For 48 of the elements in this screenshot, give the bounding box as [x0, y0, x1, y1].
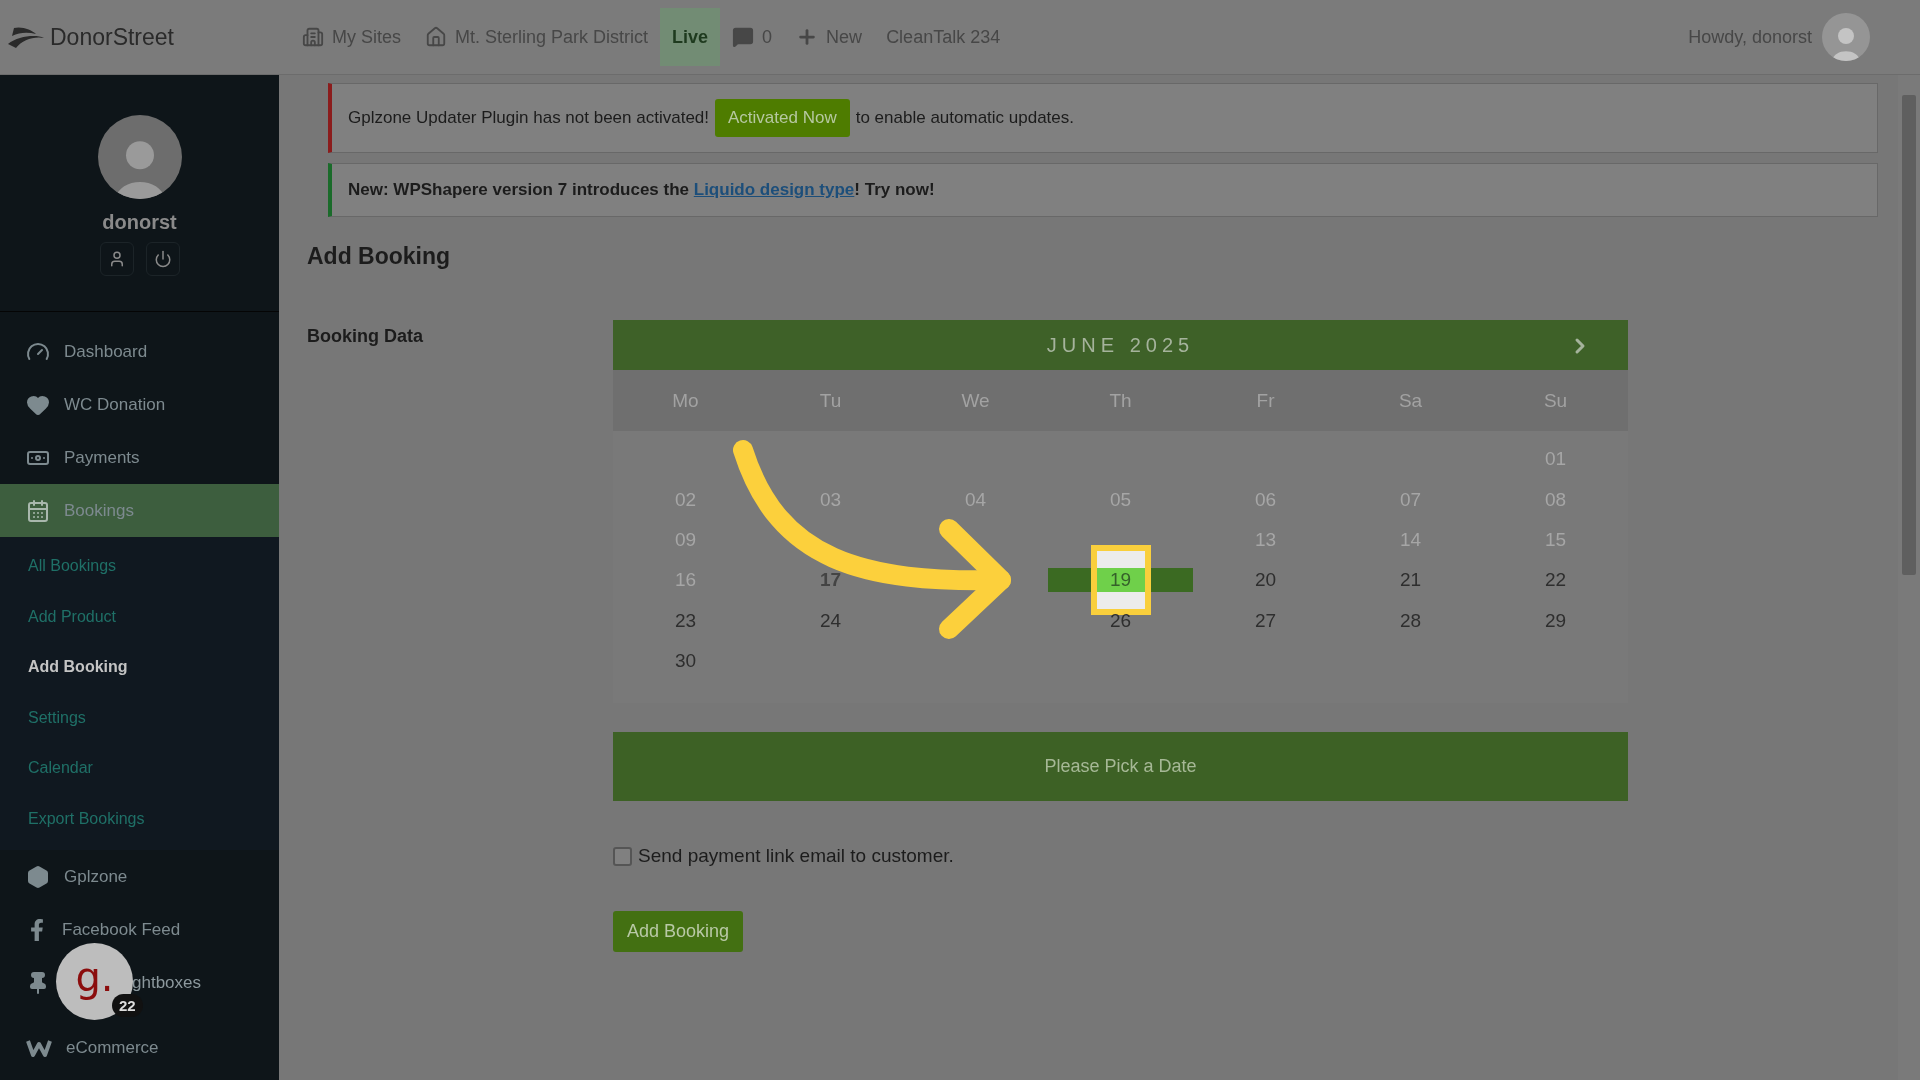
notice-text: Gplzone Updater Plugin has not been activated! — [348, 108, 710, 128]
submenu-item[interactable]: All Bookings — [0, 541, 279, 592]
site-logo[interactable]: DonorStreet — [6, 23, 290, 51]
menu-item[interactable]: WC Donation — [0, 378, 279, 431]
user-avatar[interactable] — [1822, 13, 1870, 61]
user-name: donorst — [102, 211, 177, 234]
submenu-item[interactable]: Calendar — [0, 743, 279, 794]
checkbox[interactable] — [613, 846, 632, 866]
calendar-icon — [26, 498, 50, 523]
calendar-day[interactable]: 22 — [1544, 569, 1567, 592]
pick-date-button[interactable]: Please Pick a Date — [613, 732, 1628, 802]
buildings-icon — [302, 26, 324, 48]
submenu-item[interactable]: Export Bookings — [0, 793, 279, 844]
comment-icon — [732, 26, 755, 48]
notice-text: to enable automatic updates. — [855, 108, 1075, 128]
profile-button[interactable] — [99, 242, 134, 276]
calendar-day[interactable]: 21 — [1399, 569, 1422, 592]
menu-item[interactable]: Bookings — [0, 484, 279, 537]
add-booking-button[interactable]: Add Booking — [613, 911, 744, 953]
live-badge[interactable]: Live — [660, 8, 721, 66]
menu-item[interactable]: Payments — [0, 431, 279, 484]
calendar-day[interactable]: 24 — [819, 609, 842, 632]
submenu-item[interactable]: Add Booking — [0, 642, 279, 693]
field-label: Booking Data — [307, 325, 424, 348]
activate-button[interactable]: Activated Now — [715, 99, 850, 137]
notice-text: New: WPShapere version 7 introduces the Liquido design type! Try now! — [348, 180, 935, 200]
power-icon — [153, 250, 172, 268]
menu-item[interactable]: Dashboard — [0, 325, 279, 378]
power-button[interactable] — [145, 242, 180, 276]
calendar-day[interactable]: 23 — [674, 609, 697, 632]
calendar-day[interactable]: 29 — [1544, 609, 1567, 632]
notice-link[interactable]: Liquido design type — [693, 180, 855, 199]
calendar-day[interactable]: 27 — [1254, 609, 1277, 632]
calendar-day[interactable]: 30 — [674, 650, 697, 673]
month-title: JUNE 2025 — [1046, 333, 1195, 357]
calendar-day[interactable]: 28 — [1399, 609, 1422, 632]
page-title: Add Booking — [307, 243, 452, 270]
checkbox-label: Send payment link email to customer. — [638, 845, 954, 868]
submenu-item[interactable]: Add Product — [0, 591, 279, 642]
count-badge: 22 — [112, 994, 143, 1017]
submenu-item[interactable]: Settings — [0, 692, 279, 743]
zigzag-icon — [26, 1037, 52, 1058]
home-icon — [425, 26, 447, 48]
menu-item[interactable]: eCommerce — [0, 1021, 279, 1074]
hexagon-icon — [26, 864, 50, 889]
scrollbar-thumb[interactable] — [1902, 95, 1916, 575]
calendar-day[interactable]: 20 — [1254, 569, 1277, 592]
menu-item[interactable]: Gplzone — [0, 850, 279, 903]
